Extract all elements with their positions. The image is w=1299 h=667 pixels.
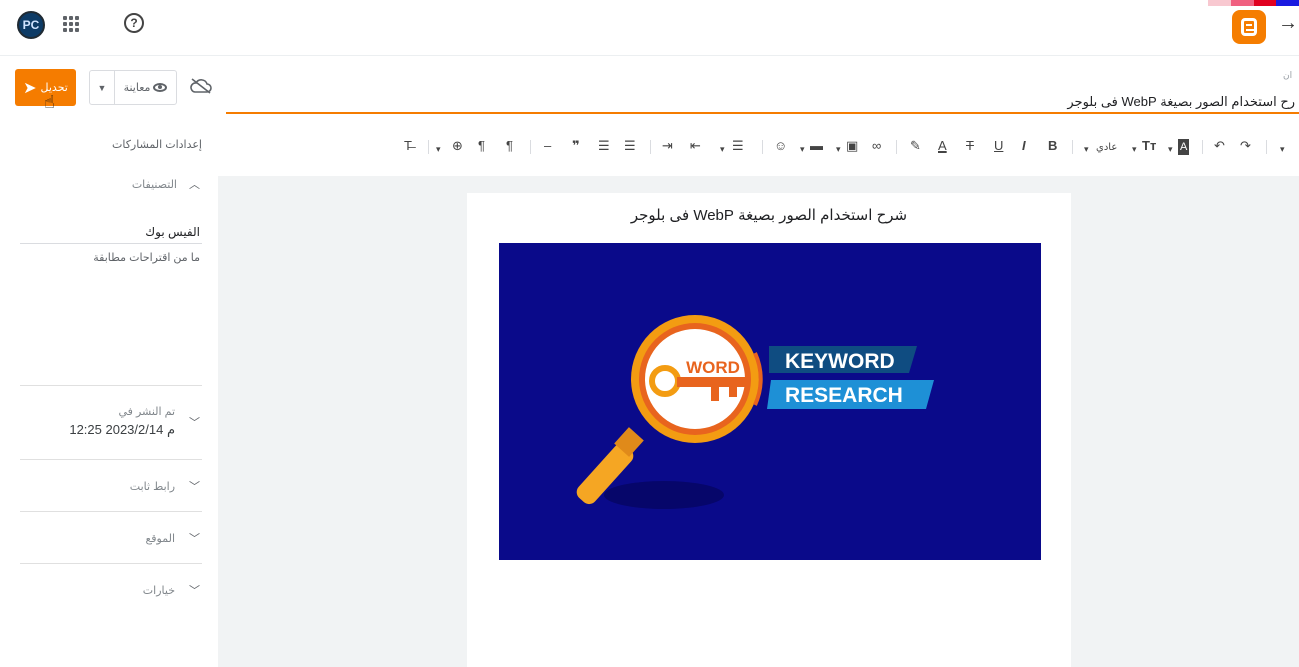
divider	[20, 385, 202, 386]
globe-icon[interactable]: ⊕	[452, 138, 463, 154]
format-icon[interactable]: A	[1178, 139, 1190, 155]
bulleted-list-icon[interactable]: ☰	[624, 138, 636, 154]
keyword-text: KEYWORD	[785, 350, 895, 373]
permalink-section[interactable]: رابط ثابت ﹀	[20, 478, 200, 494]
quote-icon[interactable]: ❞	[572, 138, 580, 154]
user-avatar[interactable]: PC	[17, 11, 45, 39]
published-section[interactable]: تم النشر في 12:25 2023/2/14 م ﹀	[20, 405, 200, 438]
video-dropdown-icon[interactable]: ▾	[800, 141, 805, 157]
post-title-input[interactable]: رح استخدام الصور بصيغة WebP فى بلوجر	[226, 90, 1299, 114]
preview-dropdown-button[interactable]: ▼	[90, 71, 115, 104]
labels-section-header[interactable]: التصنيفات ︿	[20, 174, 200, 194]
divider	[20, 511, 202, 512]
labels-title: التصنيفات	[131, 178, 177, 191]
undo-icon[interactable]: ↶	[1214, 138, 1225, 154]
location-section[interactable]: الموقع ﹀	[20, 530, 200, 546]
chevron-down-icon: ﹀	[189, 416, 200, 429]
preview-button[interactable]: معاينة	[115, 71, 176, 104]
font-size-label[interactable]: عادي	[1096, 140, 1117, 156]
indent-icon[interactable]: ⇥	[662, 138, 673, 154]
post-body-heading[interactable]: شرح استخدام الصور بصيغة WebP فى بلوجر	[467, 206, 1071, 224]
font-size-dropdown-icon[interactable]: ▾	[1084, 141, 1089, 157]
cloud-off-icon	[190, 78, 212, 94]
preview-button-label: معاينة	[123, 82, 151, 94]
emoji-icon[interactable]: ☺	[774, 138, 787, 154]
location-title: الموقع	[145, 532, 175, 545]
color-strip	[1208, 0, 1299, 6]
image-dropdown-icon[interactable]: ▾	[836, 141, 841, 157]
post-settings-heading: إعدادات المشاركات	[111, 139, 202, 151]
outdent-icon[interactable]: ⇤	[690, 138, 701, 154]
keyword-research-illustration: WORD KEYWORD RESEARCH	[576, 315, 934, 509]
video-icon[interactable]: ▬	[810, 138, 823, 154]
underline-icon[interactable]: U	[994, 138, 1003, 154]
strikethrough-icon[interactable]: T	[966, 138, 974, 154]
blogger-logo-icon[interactable]	[1232, 10, 1266, 44]
divider	[20, 459, 202, 460]
rtl-icon[interactable]: ¶	[506, 138, 513, 154]
preview-button-group: ▼ معاينة	[89, 70, 177, 105]
horizontal-rule-icon[interactable]: –	[544, 138, 551, 154]
text-style-dropdown-icon[interactable]: ▾	[1132, 141, 1137, 157]
more-dropdown-icon[interactable]: ▾	[1280, 141, 1285, 157]
format-dropdown-icon[interactable]: ▾	[1168, 141, 1173, 157]
labels-input[interactable]: الفيس بوك	[20, 225, 202, 244]
permalink-title: رابط ثابت	[129, 480, 175, 493]
text-color-icon[interactable]: A	[938, 138, 947, 154]
top-bar	[0, 0, 1299, 56]
back-arrow-icon[interactable]: →	[1278, 12, 1298, 35]
highlight-icon[interactable]: ✎	[910, 138, 921, 154]
options-section[interactable]: خيارات ﹀	[20, 582, 200, 598]
language-dropdown-icon[interactable]: ▾	[436, 141, 441, 157]
divider	[20, 563, 202, 564]
published-datetime: 12:25 2023/2/14 م	[69, 422, 175, 437]
research-text: RESEARCH	[785, 384, 903, 407]
chevron-up-icon: ︿	[189, 179, 200, 191]
word-text: WORD	[686, 358, 740, 377]
chevron-down-icon: ﹀	[189, 585, 200, 597]
redo-icon[interactable]: ↷	[1240, 138, 1251, 154]
published-title: تم النشر في	[118, 406, 175, 418]
italic-icon[interactable]: I	[1022, 138, 1026, 154]
help-icon[interactable]: ?	[124, 13, 144, 33]
title-field-label: ان	[1283, 70, 1293, 80]
text-size-icon[interactable]: Tт	[1142, 138, 1156, 154]
eye-icon	[153, 83, 168, 92]
labels-suggestion-text: ما من اقتراحات مطابقة	[93, 252, 200, 264]
image-icon[interactable]: ▣	[846, 138, 858, 154]
send-icon: ➤	[23, 79, 37, 97]
align-dropdown-icon[interactable]: ▾	[720, 141, 725, 157]
ltr-icon[interactable]: ¶	[478, 138, 485, 154]
chevron-down-icon: ﹀	[189, 481, 200, 493]
hand-cursor-icon: ☝	[44, 92, 55, 112]
link-icon[interactable]: ∞	[872, 138, 881, 154]
numbered-list-icon[interactable]: ☰	[598, 138, 610, 154]
options-title: خيارات	[142, 584, 175, 597]
post-image[interactable]: WORD KEYWORD RESEARCH	[499, 243, 1041, 560]
apps-grid-icon[interactable]	[63, 16, 79, 32]
chevron-down-icon: ﹀	[189, 533, 200, 545]
align-icon[interactable]: ☰	[732, 138, 744, 154]
editor-toolbar: T̶ ▾ ⊕ ¶ ¶ – ❞ ☰ ☰ ⇥ ⇤ ▾ ☰ ☺ ▾ ▬ ▾ ▣ ∞ ✎…	[226, 132, 1299, 162]
bold-icon[interactable]: B	[1048, 138, 1057, 154]
clear-format-icon[interactable]: T̶	[404, 138, 412, 154]
